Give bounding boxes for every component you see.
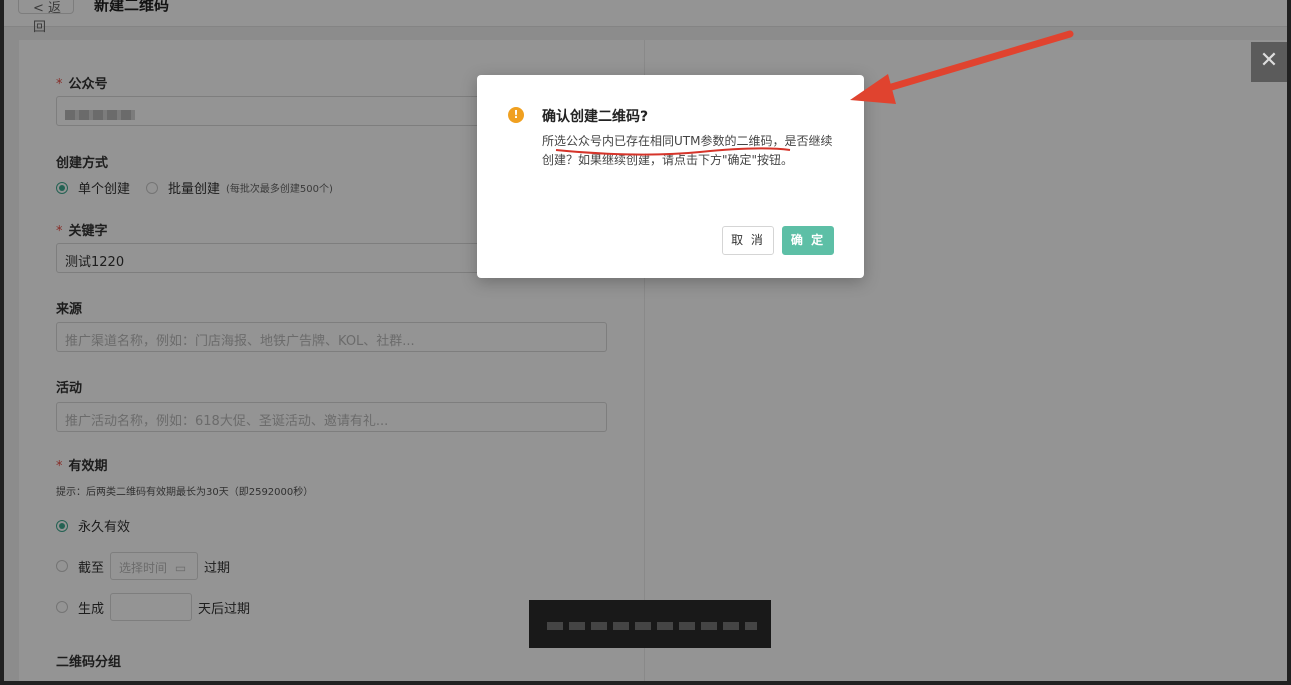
- confirm-dialog: ! 确认创建二维码? 所选公众号内已存在相同UTM参数的二维码，是否继续创建？如…: [477, 75, 864, 278]
- ok-button[interactable]: 确 定: [782, 226, 834, 255]
- cancel-button[interactable]: 取 消: [722, 226, 774, 255]
- close-icon[interactable]: ✕: [1251, 42, 1287, 82]
- dialog-message: 所选公众号内已存在相同UTM参数的二维码，是否继续创建？如果继续创建，请点击下方…: [542, 134, 833, 167]
- dialog-title: 确认创建二维码?: [542, 109, 649, 125]
- warning-icon: !: [508, 107, 524, 123]
